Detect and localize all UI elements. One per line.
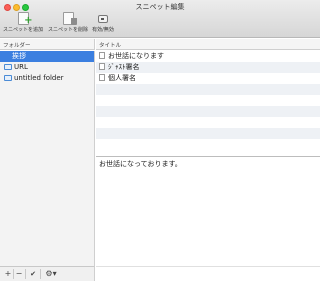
add-snippet-button[interactable]: + スニペットを追加 bbox=[3, 12, 43, 33]
gear-menu-button[interactable]: ⚙▾ bbox=[43, 269, 59, 279]
sidebar-item-url[interactable]: URL bbox=[0, 62, 94, 73]
snippet-content-editor[interactable]: お世話になっております。 bbox=[96, 157, 320, 266]
snippet-doc-icon bbox=[99, 63, 105, 70]
snippet-title: ｼﾞｬｽﾄ署名 bbox=[108, 63, 140, 71]
sidebar-item-greeting[interactable]: 挨拶 bbox=[0, 51, 94, 62]
sidebar-item-label: URL bbox=[14, 63, 28, 71]
snippet-row[interactable]: お世話になります bbox=[96, 51, 320, 62]
empty-row bbox=[96, 117, 320, 128]
snippet-title: 個人署名 bbox=[108, 74, 136, 82]
delete-snippet-label: スニペットを削除 bbox=[47, 27, 88, 33]
checkmark-button[interactable]: ✔ bbox=[28, 269, 38, 279]
add-snippet-label: スニペットを追加 bbox=[3, 27, 44, 33]
snippet-title: お世話になります bbox=[108, 52, 164, 60]
sidebar-item-untitled-folder[interactable]: untitled folder bbox=[0, 73, 94, 84]
title-column-header[interactable]: タイトル bbox=[96, 39, 320, 50]
snippet-doc-icon bbox=[99, 52, 105, 59]
toggle-enabled-button[interactable]: 有効/無効 bbox=[92, 12, 114, 33]
folder-icon bbox=[4, 64, 12, 70]
separator bbox=[25, 269, 26, 279]
delete-snippet-button[interactable]: スニペットを削除 bbox=[46, 12, 90, 33]
remove-folder-button[interactable]: − bbox=[14, 269, 24, 279]
editor-bottom-area bbox=[96, 266, 320, 281]
sidebar-item-label: untitled folder bbox=[14, 74, 64, 82]
add-folder-button[interactable]: + bbox=[3, 269, 13, 279]
empty-row bbox=[96, 128, 320, 139]
empty-row bbox=[96, 95, 320, 106]
toggle-icon bbox=[98, 15, 108, 23]
snippet-list: お世話になります ｼﾞｬｽﾄ署名 個人署名 bbox=[96, 51, 320, 156]
folder-icon bbox=[4, 75, 12, 81]
window-titlebar: スニペット編集 + スニペットを追加 スニペットを削除 有効/無効 bbox=[0, 0, 320, 38]
snippet-doc-icon bbox=[99, 74, 105, 81]
separator bbox=[40, 269, 41, 279]
sidebar-item-label: 挨拶 bbox=[12, 52, 26, 60]
folder-column-header[interactable]: フォルダー bbox=[0, 39, 95, 50]
snippet-row[interactable]: 個人署名 bbox=[96, 73, 320, 84]
add-snippet-icon: + bbox=[17, 12, 33, 26]
empty-row bbox=[96, 139, 320, 150]
snippet-row[interactable]: ｼﾞｬｽﾄ署名 bbox=[96, 62, 320, 73]
toggle-enabled-label: 有効/無効 bbox=[92, 27, 114, 33]
sidebar-bottom-bar: + − ✔ ⚙▾ bbox=[0, 266, 95, 281]
empty-row bbox=[96, 84, 320, 95]
folder-sidebar: 挨拶 URL untitled folder bbox=[0, 51, 95, 266]
window-title: スニペット編集 bbox=[135, 3, 185, 11]
empty-row bbox=[96, 106, 320, 117]
delete-snippet-icon bbox=[62, 12, 77, 25]
